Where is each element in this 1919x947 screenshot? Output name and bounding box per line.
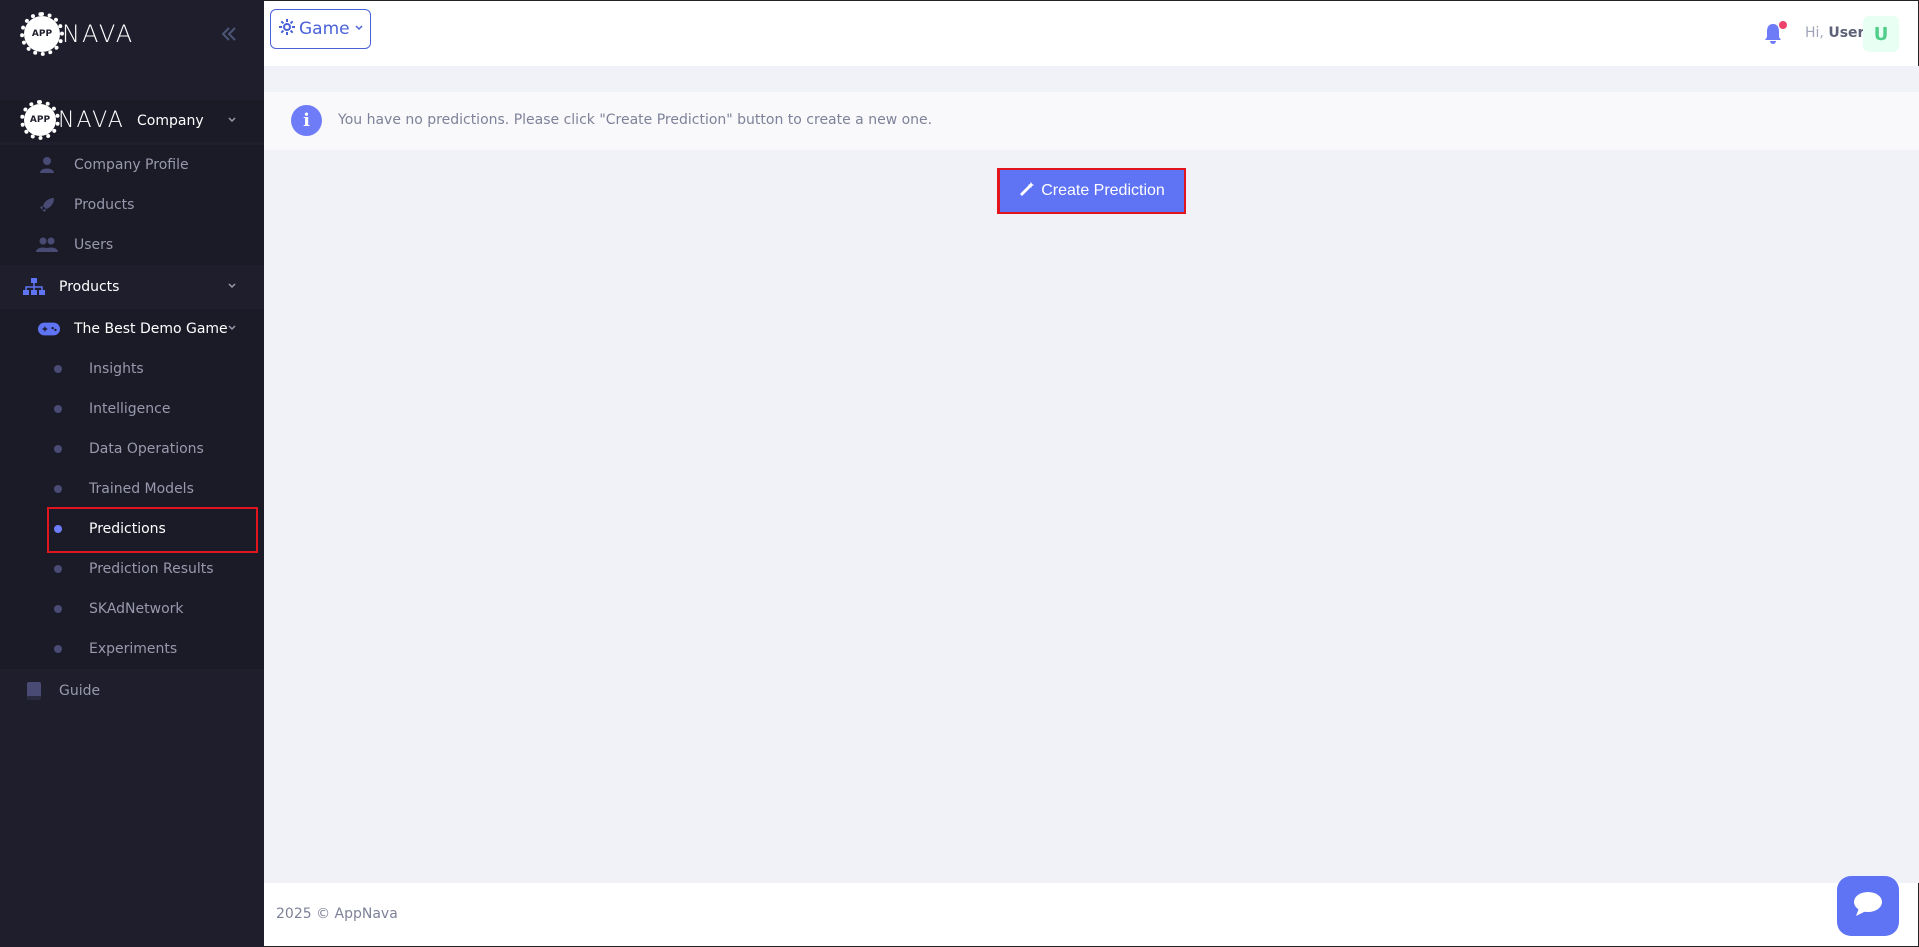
sidebar-item-insights[interactable]: Insights bbox=[0, 349, 264, 389]
create-prediction-button[interactable]: Create Prediction bbox=[1000, 170, 1184, 212]
avatar[interactable]: U bbox=[1863, 16, 1899, 52]
chevron-down-icon bbox=[227, 280, 237, 294]
chat-widget-button[interactable] bbox=[1837, 876, 1899, 936]
info-alert: i You have no predictions. Please click … bbox=[264, 92, 1919, 150]
footer: 2025 © AppNava bbox=[264, 883, 1919, 947]
sidebar-item-users[interactable]: Users bbox=[0, 225, 264, 265]
bullet-icon bbox=[54, 605, 62, 613]
chevron-down-icon bbox=[227, 322, 237, 336]
sidebar-item-intelligence[interactable]: Intelligence bbox=[0, 389, 264, 429]
logo-gear-icon: APP bbox=[20, 12, 64, 56]
bullet-icon bbox=[54, 565, 62, 573]
sidebar-item-experiments[interactable]: Experiments bbox=[0, 629, 264, 669]
sidebar-item-data-operations[interactable]: Data Operations bbox=[0, 429, 264, 469]
collapse-sidebar-icon[interactable] bbox=[218, 22, 238, 46]
sitemap-icon bbox=[23, 276, 45, 298]
game-selector-label: Game bbox=[299, 19, 350, 39]
sidebar-item-company-products[interactable]: Products bbox=[0, 185, 264, 225]
sidebar-item-company[interactable]: APP NAVA Company bbox=[0, 100, 264, 142]
company-gear-icon: APP bbox=[20, 100, 60, 140]
bullet-icon bbox=[54, 485, 62, 493]
bullet-icon bbox=[54, 405, 62, 413]
sidebar-item-skadnetwork[interactable]: SKAdNetwork bbox=[0, 589, 264, 629]
sidebar-item-trained-models[interactable]: Trained Models bbox=[0, 469, 264, 509]
chevron-down-icon bbox=[227, 114, 237, 128]
bullet-icon bbox=[54, 365, 62, 373]
sidebar-item-prediction-results[interactable]: Prediction Results bbox=[0, 549, 264, 589]
sidebar-company-label: Company bbox=[137, 113, 204, 129]
sidebar-header: APP NAVA bbox=[0, 0, 264, 68]
sidebar-item-best-demo-game[interactable]: The Best Demo Game bbox=[0, 309, 264, 349]
user-name: User bbox=[1828, 25, 1865, 41]
footer-copyright: 2025 © AppNava bbox=[276, 906, 398, 922]
chevron-down-icon bbox=[354, 23, 364, 36]
logo-word: NAVA bbox=[62, 20, 135, 48]
book-icon bbox=[23, 680, 45, 702]
notification-bell-icon[interactable] bbox=[1763, 21, 1787, 45]
user-icon bbox=[36, 154, 58, 176]
sidebar-item-guide[interactable]: Guide bbox=[0, 671, 264, 711]
create-prediction-label: Create Prediction bbox=[1041, 182, 1165, 199]
top-bar: Game Hi, User U bbox=[264, 0, 1919, 66]
rocket-icon bbox=[36, 194, 58, 216]
chat-bubble-icon bbox=[1853, 891, 1883, 921]
gamepad-icon bbox=[38, 318, 60, 340]
predictions-highlight-box bbox=[47, 507, 258, 553]
user-greeting: Hi, User bbox=[1805, 25, 1865, 41]
bullet-icon bbox=[54, 645, 62, 653]
info-icon: i bbox=[291, 105, 322, 136]
game-selector-button[interactable]: Game bbox=[270, 9, 371, 49]
alert-message: You have no predictions. Please click "C… bbox=[338, 112, 933, 128]
bullet-icon bbox=[54, 445, 62, 453]
company-logo: APP NAVA bbox=[20, 100, 125, 140]
app-logo[interactable]: APP NAVA bbox=[20, 12, 135, 56]
notification-dot bbox=[1779, 21, 1787, 29]
sidebar-item-company-profile[interactable]: Company Profile bbox=[0, 145, 264, 185]
magic-wand-icon bbox=[1019, 181, 1035, 201]
users-icon bbox=[36, 234, 58, 256]
sidebar-item-products[interactable]: Products bbox=[0, 267, 264, 307]
gear-icon bbox=[279, 19, 295, 39]
sidebar: APP NAVA APP NAVA Company Company Profil… bbox=[0, 0, 264, 947]
